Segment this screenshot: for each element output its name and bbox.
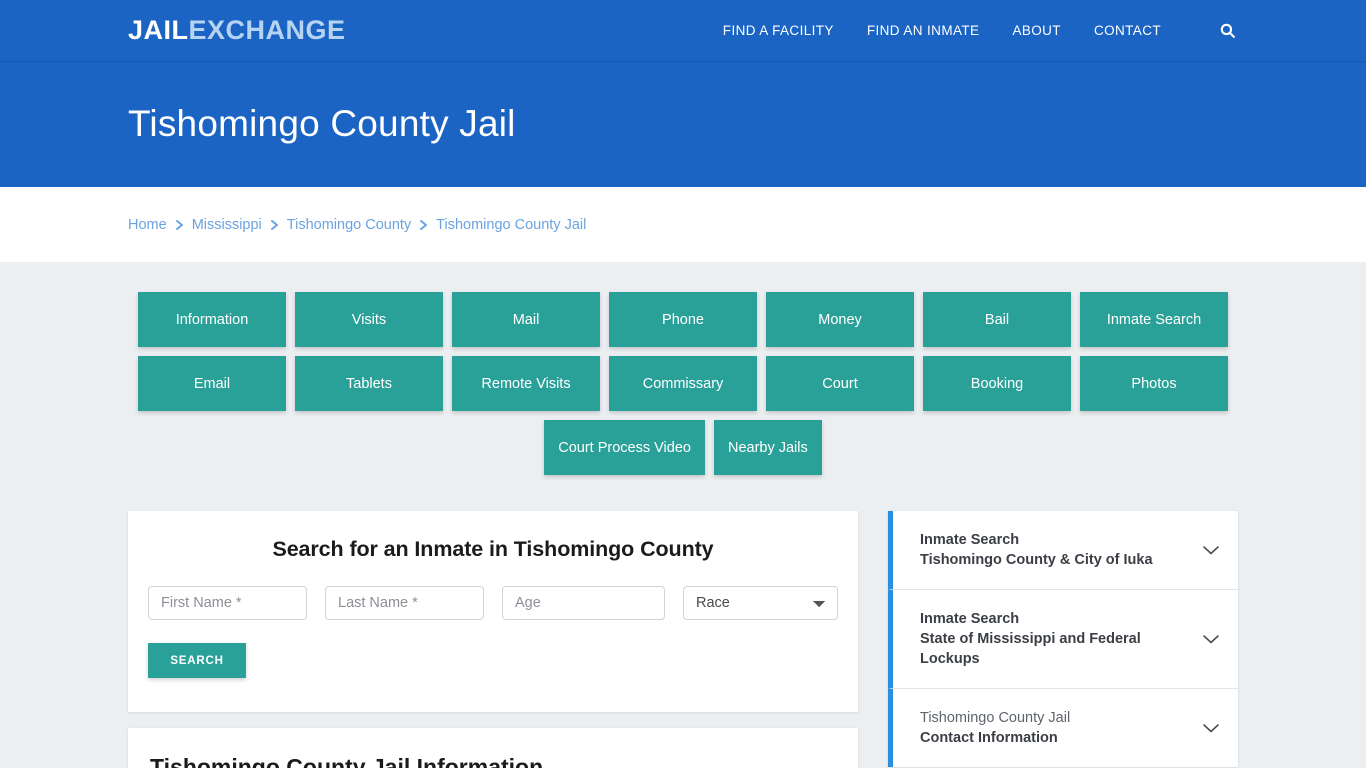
sidebar-accordion: Inmate Search Tishomingo County & City o… (888, 511, 1238, 767)
content-columns: Search for an Inmate in Tishomingo Count… (128, 511, 1238, 768)
accordion-item-text: Inmate Search Tishomingo County & City o… (920, 530, 1188, 570)
last-name-input[interactable] (325, 586, 484, 620)
tile-remote-visits[interactable]: Remote Visits (452, 356, 600, 411)
facility-tile-grid-row3: Court Process Video Nearby Jails (138, 420, 1228, 475)
accordion-item-inmate-search-state[interactable]: Inmate Search State of Mississippi and F… (888, 590, 1238, 689)
main-column: Search for an Inmate in Tishomingo Count… (128, 511, 858, 768)
accordion-line-1: Inmate Search (920, 611, 1020, 627)
nav-item-about[interactable]: ABOUT (1012, 23, 1061, 38)
tile-nearby-jails[interactable]: Nearby Jails (713, 420, 822, 475)
nav-item-find-an-inmate[interactable]: FIND AN INMATE (867, 23, 980, 38)
chevron-down-icon[interactable] (1200, 717, 1222, 739)
breadcrumb-item-home[interactable]: Home (128, 217, 167, 233)
site-logo[interactable]: JAILEXCHANGE (128, 17, 346, 44)
logo-text-jail: JAIL (128, 15, 189, 45)
inmate-search-card: Search for an Inmate in Tishomingo Count… (128, 511, 858, 712)
accordion-item-contact-information[interactable]: Tishomingo County Jail Contact Informati… (888, 689, 1238, 767)
tile-mail[interactable]: Mail (452, 292, 600, 347)
search-icon[interactable] (1216, 20, 1238, 42)
chevron-right-icon (175, 219, 184, 231)
chevron-right-icon (270, 219, 279, 231)
breadcrumb-item-tishomingo-county[interactable]: Tishomingo County (287, 217, 411, 233)
page-title: Tishomingo County Jail (128, 103, 516, 145)
race-select[interactable]: Race (683, 586, 838, 620)
tile-booking[interactable]: Booking (923, 356, 1071, 411)
breadcrumb-item-mississippi[interactable]: Mississippi (192, 217, 262, 233)
first-name-input[interactable] (148, 586, 307, 620)
page-body: Information Visits Mail Phone Money Bail… (0, 262, 1366, 768)
tile-bail[interactable]: Bail (923, 292, 1071, 347)
chevron-down-icon[interactable] (1200, 539, 1222, 561)
breadcrumb-bar: Home Mississippi Tishomingo County Tisho… (0, 187, 1366, 262)
tile-phone[interactable]: Phone (609, 292, 757, 347)
search-fields-row: Race (148, 586, 838, 620)
accordion-line-1: Tishomingo County Jail (920, 710, 1071, 726)
sidebar-column: Inmate Search Tishomingo County & City o… (888, 511, 1238, 767)
accordion-line-2: Tishomingo County & City of Iuka (920, 552, 1153, 568)
search-button[interactable]: SEARCH (148, 643, 246, 678)
facility-tile-grid-row2: Email Tablets Remote Visits Commissary C… (138, 356, 1228, 411)
tile-tablets[interactable]: Tablets (295, 356, 443, 411)
tile-money[interactable]: Money (766, 292, 914, 347)
tile-court-process-video[interactable]: Court Process Video (544, 420, 705, 475)
logo-text-exchange: EXCHANGE (188, 15, 346, 45)
facility-tile-grid-row1: Information Visits Mail Phone Money Bail… (138, 292, 1228, 347)
accordion-item-inmate-search-county[interactable]: Inmate Search Tishomingo County & City o… (888, 511, 1238, 590)
breadcrumb: Home Mississippi Tishomingo County Tisho… (128, 217, 586, 233)
nav-item-find-a-facility[interactable]: FIND A FACILITY (723, 23, 834, 38)
accordion-item-text: Inmate Search State of Mississippi and F… (920, 609, 1188, 669)
tile-commissary[interactable]: Commissary (609, 356, 757, 411)
main-nav: FIND A FACILITY FIND AN INMATE ABOUT CON… (723, 20, 1238, 42)
accordion-item-text: Tishomingo County Jail Contact Informati… (920, 708, 1188, 748)
tile-photos[interactable]: Photos (1080, 356, 1228, 411)
jail-information-title: Tishomingo County Jail Information (150, 754, 544, 768)
tile-visits[interactable]: Visits (295, 292, 443, 347)
accordion-line-2: Contact Information (920, 730, 1058, 746)
breadcrumb-item-current[interactable]: Tishomingo County Jail (436, 217, 586, 233)
top-navigation-bar: JAILEXCHANGE FIND A FACILITY FIND AN INM… (0, 0, 1366, 62)
tile-court[interactable]: Court (766, 356, 914, 411)
jail-information-card: Tishomingo County Jail Information (128, 728, 858, 768)
age-input[interactable] (502, 586, 665, 620)
hero-banner: Tishomingo County Jail (0, 62, 1366, 187)
chevron-right-icon (419, 219, 428, 231)
tile-inmate-search[interactable]: Inmate Search (1080, 292, 1228, 347)
tile-information[interactable]: Information (138, 292, 286, 347)
chevron-down-icon[interactable] (1200, 628, 1222, 650)
search-card-title: Search for an Inmate in Tishomingo Count… (272, 537, 714, 561)
tile-email[interactable]: Email (138, 356, 286, 411)
accordion-line-1: Inmate Search (920, 532, 1020, 548)
accordion-line-2: State of Mississippi and Federal Lockups (920, 631, 1141, 667)
nav-item-contact[interactable]: CONTACT (1094, 23, 1161, 38)
